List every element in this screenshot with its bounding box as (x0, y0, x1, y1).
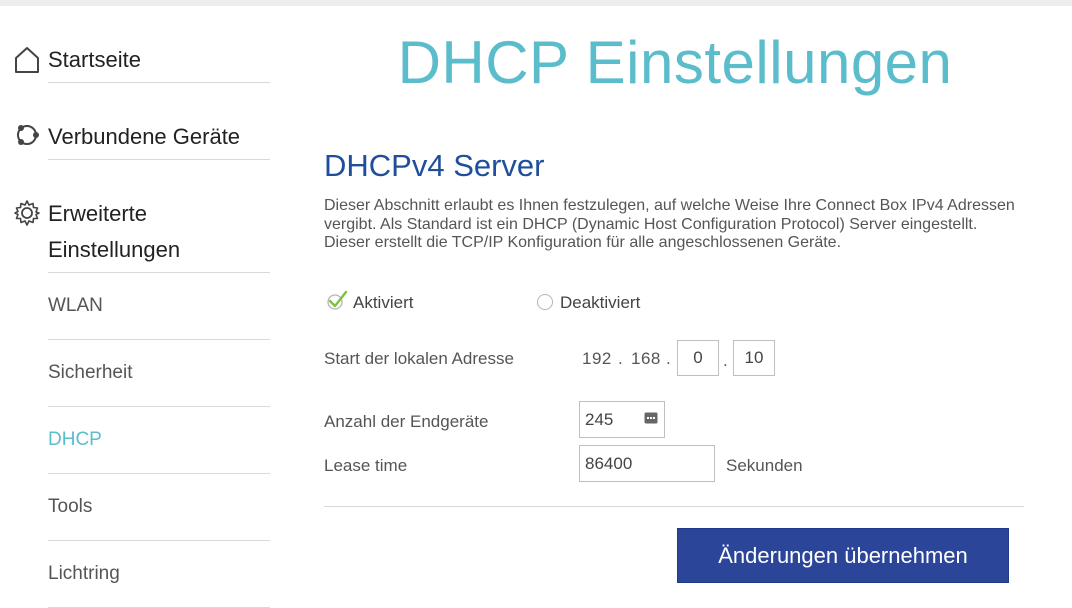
radio-aktiviert[interactable]: Aktiviert (326, 290, 414, 314)
sidebar-item-startseite[interactable]: Startseite (15, 42, 270, 83)
check-icon (327, 290, 348, 310)
section-title: DHCPv4 Server (324, 148, 545, 183)
sidebar-item-tools[interactable]: Tools (48, 474, 270, 541)
sidebar-item-sicherheit[interactable]: Sicherheit (48, 340, 270, 407)
connected-devices-icon (17, 125, 39, 145)
section-description: Dieser Abschnitt erlaubt es Ihnen festzu… (324, 197, 1015, 251)
ip-separator-2: . (666, 349, 672, 368)
radio-circle-icon (537, 293, 553, 310)
lease-time-unit: Sekunden (726, 456, 803, 475)
radio-deaktiviert-label: Deaktiviert (560, 293, 641, 312)
apply-changes-button[interactable]: Änderungen übernehmen (677, 528, 1009, 583)
sidebar-item-dhcp[interactable]: DHCP (48, 407, 270, 474)
page-title: DHCP Einstellungen (397, 29, 953, 96)
sidebar-item-label-line1: Erweiterte (48, 201, 148, 226)
sidebar-item-label-line2: Einstellungen (48, 237, 181, 262)
sidebar-item-wlan[interactable]: WLAN (48, 273, 270, 340)
home-icon (15, 47, 39, 73)
ip-separator-3: . (723, 351, 729, 370)
sidebar-item-lichtring[interactable]: Lichtring (48, 541, 270, 608)
radio-deaktiviert[interactable]: Deaktiviert (537, 292, 640, 314)
sidebar-item-verbundene-geraete[interactable]: Verbundene Geräte (17, 119, 270, 160)
gear-icon (14, 200, 40, 226)
ip-octet-2: 168 (631, 349, 661, 368)
sidebar-item-label: Startseite (48, 47, 141, 72)
ip-octet-4-input[interactable] (733, 340, 775, 376)
ip-separator-1: . (618, 349, 624, 368)
lease-time-label: Lease time (324, 456, 408, 475)
lease-time-input[interactable] (579, 445, 715, 482)
keyboard-icon[interactable] (644, 412, 658, 424)
start-address-label: Start der lokalen Adresse (324, 349, 514, 368)
sidebar-item-label: Verbundene Geräte (48, 124, 241, 149)
sidebar-nav: Startseite Verbundene Geräte Erweiterte … (0, 0, 290, 608)
ip-octet-3-input[interactable] (677, 340, 719, 376)
device-count-label: Anzahl der Endgeräte (324, 412, 489, 431)
ip-octet-1: 192 (582, 349, 612, 368)
sidebar-item-erweiterte-einstellungen[interactable]: Erweiterte Einstellungen (14, 196, 270, 273)
radio-aktiviert-label: Aktiviert (353, 293, 414, 312)
divider (324, 506, 1024, 507)
